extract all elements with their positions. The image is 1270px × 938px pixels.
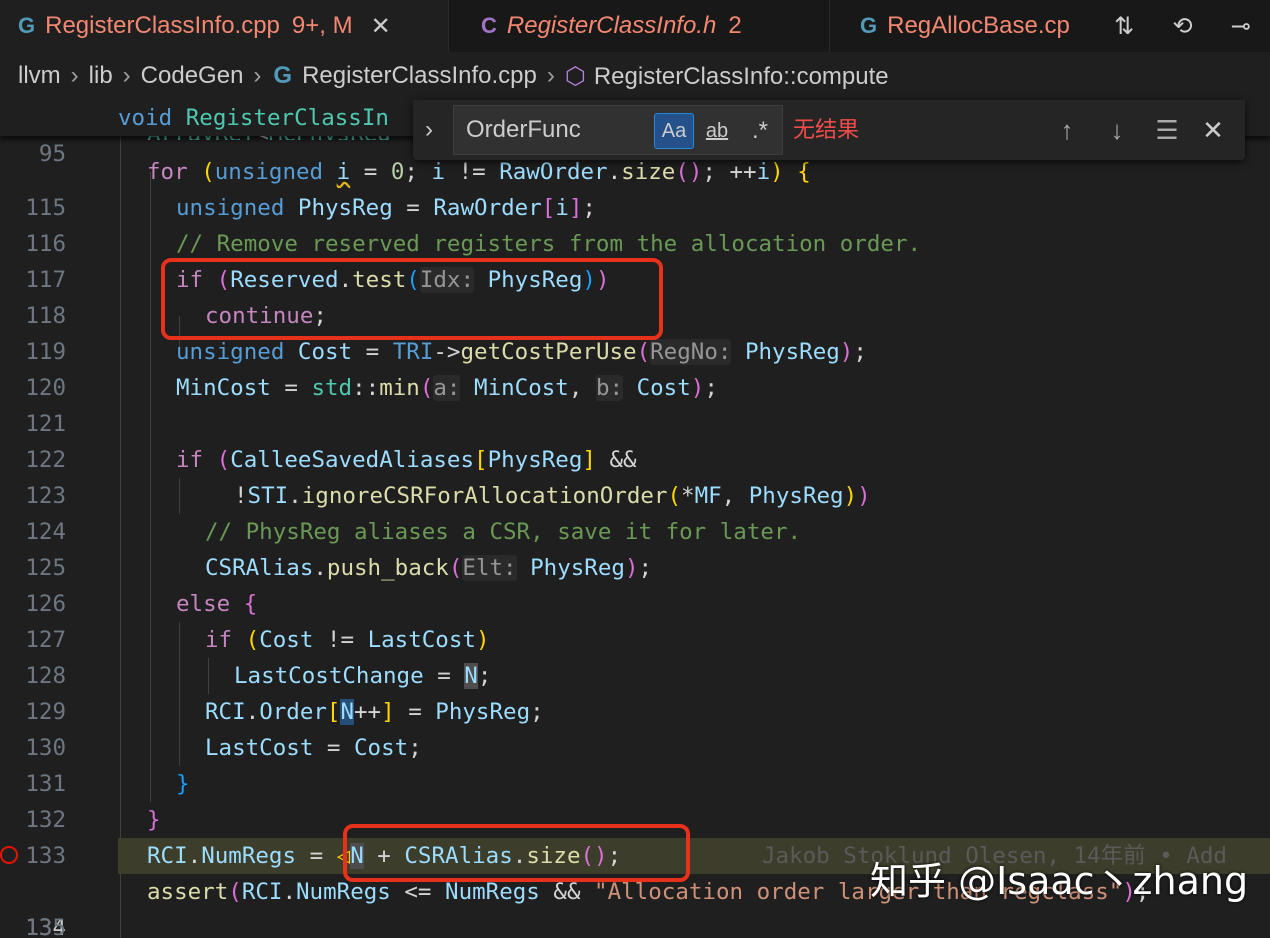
method-cube-icon: ⬡	[564, 62, 586, 90]
code-line-130[interactable]: 130 RCI.Order[N++] = PhysReg;	[0, 694, 1270, 761]
arrow-up-icon[interactable]: ↑	[1047, 110, 1087, 150]
chevron-right-icon: ›	[70, 62, 79, 89]
find-widget: › OrderFunc Aa ab .* 无结果 ↑ ↓ ☰ ✕	[413, 100, 1245, 160]
breadcrumb-file[interactable]: G RegisterClassInfo.cpp	[273, 62, 536, 90]
tab-label: RegisterClassInfo.h	[506, 12, 717, 39]
find-input-value: OrderFunc	[466, 116, 581, 143]
code-line-121[interactable]: 121 MinCost = std::min(a: MinCost, b: Co…	[0, 370, 1270, 437]
line-number: 95	[38, 141, 66, 167]
find-in-selection-icon[interactable]: ☰	[1147, 110, 1187, 150]
code-text: if (Cost != LastCost)	[205, 627, 490, 653]
code-text: void RegisterClassIn	[118, 105, 389, 131]
go-forward-icon[interactable]: ⊸	[1231, 12, 1251, 40]
breadcrumb: llvm › lib › CodeGen › G RegisterClassInf…	[0, 52, 1270, 100]
code-editor[interactable]: 95 void RegisterClassIn 114 ArrayRef<MCP…	[0, 100, 1270, 938]
tab-label: RegisterClassInfo.cpp	[45, 12, 280, 39]
code-line-132[interactable]: 132 }	[0, 766, 1270, 833]
code-comment: // PhysReg aliases a CSR, save it for la…	[205, 519, 802, 545]
code-line-123[interactable]: 123 if (CalleeSavedAliases[PhysReg] &&	[0, 442, 1270, 509]
code-line-125[interactable]: 125 // PhysReg aliases a CSR, save it fo…	[0, 514, 1270, 581]
tab-badge: 9+, M	[291, 12, 353, 39]
code-line-128[interactable]: 128 if (Cost != LastCost)	[0, 622, 1270, 689]
code-line-129[interactable]: 129 LastCostChange = N;	[0, 658, 1270, 725]
code-line-131[interactable]: 131 LastCost = Cost;	[0, 730, 1270, 797]
breadcrumb-item[interactable]: llvm	[18, 62, 61, 90]
go-back-icon[interactable]: ⟲	[1172, 12, 1192, 40]
editor-actions: ⇅ ⟲ ⊸	[1095, 0, 1270, 52]
editor-tab-bar: G RegisterClassInfo.cpp 9+, M ✕ C Regist…	[0, 0, 1270, 53]
code-line-116[interactable]: 116 unsigned PhysReg = RawOrder[i];	[0, 190, 1270, 257]
breadcrumb-symbol[interactable]: ⬡ RegisterClassInfo::compute	[565, 62, 889, 91]
chevron-right-icon: ›	[122, 62, 131, 89]
tab-badge: 2	[728, 12, 742, 39]
close-icon[interactable]: ✕	[371, 12, 391, 41]
open-changes-icon[interactable]: ⇅	[1114, 12, 1134, 40]
cpp-file-icon: G	[860, 13, 878, 38]
code-line-117[interactable]: 117 // Remove reserved registers from th…	[0, 226, 1270, 293]
match-case-toggle[interactable]: Aa	[654, 113, 694, 149]
breadcrumb-item[interactable]: lib	[89, 62, 113, 90]
breadcrumb-symbol-label: RegisterClassInfo::compute	[593, 62, 889, 90]
tab-regallocbase-cpp[interactable]: G RegAllocBase.cp	[830, 0, 1095, 52]
watermark: 知乎 @Isaac丶zhang	[870, 859, 1249, 903]
cpp-file-icon: G	[18, 13, 36, 38]
toggle-replace-icon[interactable]: ›	[413, 100, 445, 160]
code-line-136[interactable]: 136	[0, 910, 1270, 938]
highlight-box-reserved-check	[161, 258, 663, 340]
code-text: LastCost = Cost;	[205, 735, 422, 761]
regex-toggle[interactable]: .*	[742, 113, 778, 149]
highlight-box-numregs	[343, 824, 690, 882]
breadcrumb-file-label: RegisterClassInfo.cpp	[302, 62, 537, 89]
code-line-127[interactable]: 127 else {	[0, 586, 1270, 653]
code-text: if (CalleeSavedAliases[PhysReg] &&	[176, 447, 637, 473]
whole-word-toggle[interactable]: ab	[698, 113, 736, 149]
code-text: RCI.Order[N++] = PhysReg;	[205, 699, 544, 725]
code-comment: // Remove reserved registers from the al…	[176, 231, 922, 257]
cpp-file-icon: G	[273, 62, 293, 89]
code-text: !STI.ignoreCSRForAllocationOrder(*MF, Ph…	[234, 483, 871, 509]
tab-label: RegAllocBase.cp	[887, 12, 1070, 39]
tab-registerclassinfo-h[interactable]: C RegisterClassInfo.h 2	[449, 0, 829, 52]
code-line-124[interactable]: 124 !STI.ignoreCSRForAllocationOrder(*MF…	[0, 478, 1270, 545]
arrow-down-icon[interactable]: ↓	[1097, 110, 1137, 150]
find-input[interactable]: OrderFunc Aa ab .*	[453, 105, 783, 155]
code-text: }	[147, 807, 161, 833]
code-text: CSRAlias.push_back(Elt: PhysReg);	[205, 555, 653, 581]
code-text: else {	[176, 591, 258, 617]
find-result-status: 无结果	[793, 117, 860, 142]
close-icon[interactable]: ✕	[1193, 110, 1233, 150]
chevron-right-icon: ›	[546, 62, 555, 89]
breakpoint-icon[interactable]	[0, 846, 18, 864]
tab-registerclassinfo-cpp[interactable]: G RegisterClassInfo.cpp 9+, M ✕	[0, 0, 448, 52]
breadcrumb-item[interactable]: CodeGen	[141, 62, 244, 90]
code-text: }	[176, 771, 190, 797]
code-line-122[interactable]: 122	[0, 406, 1270, 473]
chevron-right-icon: ›	[253, 62, 262, 89]
code-line-126[interactable]: 126 CSRAlias.push_back(Elt: PhysReg);	[0, 550, 1270, 617]
code-text: unsigned PhysReg = RawOrder[i];	[176, 195, 596, 221]
code-text: LastCostChange = N;	[234, 663, 492, 689]
code-text: MinCost = std::min(a: MinCost, b: Cost);	[176, 375, 718, 401]
header-file-icon: C	[481, 13, 497, 38]
